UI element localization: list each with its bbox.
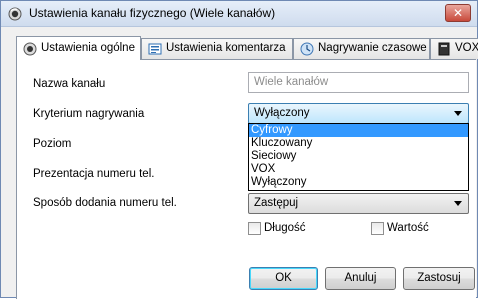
dialog-window: Ustawienia kanału fizycznego (Wiele kana… — [0, 0, 478, 299]
comment-icon — [148, 43, 162, 55]
dropdown-option[interactable]: Sieciowy — [249, 150, 468, 163]
close-button[interactable]: ✕ — [445, 4, 471, 22]
cancel-button[interactable]: Anuluj — [325, 267, 396, 290]
ok-button[interactable]: OK — [249, 267, 318, 290]
tab-general-settings[interactable]: Ustawienia ogólne — [16, 36, 141, 60]
value-checkbox[interactable] — [371, 222, 384, 235]
dropdown-option[interactable]: Kluczowany — [249, 137, 468, 150]
vox-icon — [438, 42, 450, 56]
window-title: Ustawienia kanału fizycznego (Wiele kana… — [29, 6, 276, 20]
channel-name-input[interactable]: Wiele kanałów — [248, 72, 469, 93]
length-checkbox[interactable] — [248, 222, 261, 235]
chevron-down-icon — [454, 111, 462, 116]
tab-vox[interactable]: VOX — [430, 38, 478, 59]
length-checkbox-label: Długość — [264, 222, 306, 234]
recording-criterion-value: Wyłączony — [254, 107, 310, 119]
clock-icon — [300, 42, 314, 56]
number-add-method-select[interactable]: Zastępuj — [248, 193, 469, 214]
recording-criterion-dropdown: Cyfrowy Kluczowany Sieciowy VOX Wyłączon… — [248, 123, 469, 191]
tab-strip: Ustawienia ogólne Ustawienia komentarza … — [16, 36, 478, 60]
number-add-method-label: Sposób dodania numeru tel. — [33, 197, 177, 209]
dropdown-option[interactable]: VOX — [249, 163, 468, 176]
dropdown-option[interactable]: Cyfrowy — [249, 124, 468, 137]
title-bar[interactable]: Ustawienia kanału fizycznego (Wiele kana… — [1, 1, 477, 27]
apply-button[interactable]: Zastosuj — [403, 267, 475, 290]
number-presentation-label: Prezentacja numeru tel. — [33, 168, 155, 180]
level-label: Poziom — [33, 138, 72, 150]
dropdown-option[interactable]: Wyłączony — [249, 176, 468, 189]
number-add-method-value: Zastępuj — [254, 197, 299, 209]
tab-scheduled-recording[interactable]: Nagrywanie czasowe — [293, 38, 430, 59]
value-checkbox-label: Wartość — [387, 222, 429, 234]
recording-criterion-label: Kryterium nagrywania — [33, 108, 145, 120]
close-icon: ✕ — [452, 6, 464, 20]
channel-name-label: Nazwa kanału — [33, 78, 106, 90]
tab-label: Nagrywanie czasowe — [318, 42, 427, 54]
channel-name-placeholder: Wiele kanałów — [254, 76, 329, 88]
tab-label: Ustawienia ogólne — [41, 42, 135, 54]
tab-comment-settings[interactable]: Ustawienia komentarza — [141, 38, 293, 59]
tab-label: Ustawienia komentarza — [166, 42, 286, 54]
chevron-down-icon — [454, 201, 462, 206]
gear-icon — [8, 7, 22, 21]
recording-criterion-select[interactable]: Wyłączony — [248, 103, 469, 124]
tab-label: VOX — [455, 42, 478, 54]
gear-icon — [23, 42, 37, 56]
